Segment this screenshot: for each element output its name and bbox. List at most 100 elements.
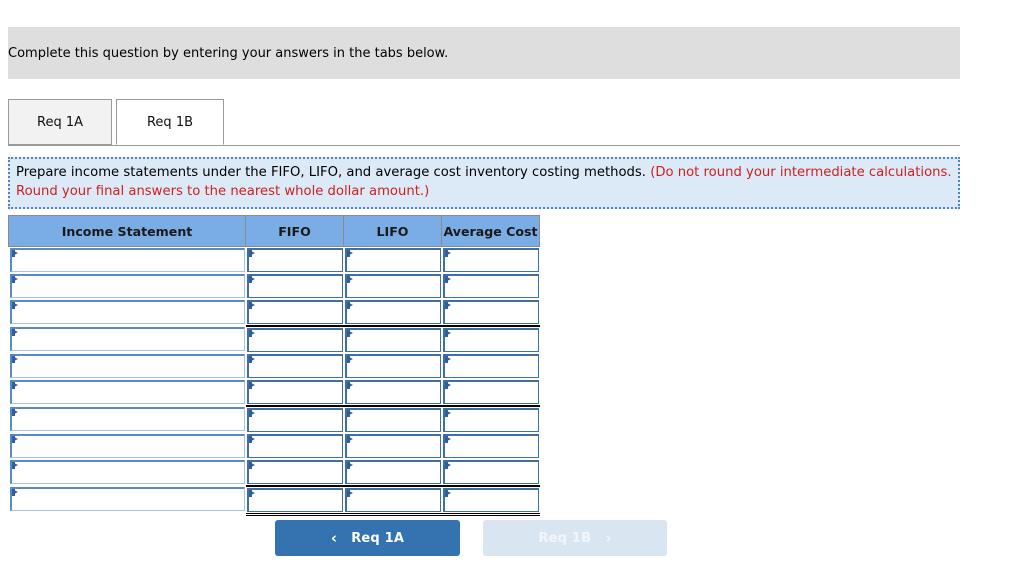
cell-marker-icon bbox=[248, 410, 255, 417]
amount-input[interactable] bbox=[344, 434, 441, 458]
table-row bbox=[8, 405, 540, 433]
cell-marker-icon bbox=[11, 462, 18, 469]
cell-marker-icon bbox=[346, 410, 353, 417]
row-label-input[interactable] bbox=[9, 354, 245, 378]
chevron-left-icon: ‹ bbox=[330, 528, 338, 547]
table-row bbox=[8, 299, 540, 326]
amount-input[interactable] bbox=[442, 248, 539, 272]
chevron-right-icon: › bbox=[605, 528, 612, 547]
amount-input[interactable] bbox=[246, 274, 343, 298]
row-label-input[interactable] bbox=[9, 248, 245, 272]
question-nav: ‹ Req 1A Req 1B › bbox=[275, 520, 667, 556]
row-label-cell bbox=[8, 433, 246, 459]
fifo-cell bbox=[245, 433, 344, 459]
row-label-input[interactable] bbox=[9, 460, 245, 484]
cell-marker-icon bbox=[11, 329, 18, 336]
lifo-cell bbox=[343, 405, 442, 433]
amount-input[interactable] bbox=[442, 434, 539, 458]
amount-input[interactable] bbox=[442, 408, 539, 432]
lifo-cell bbox=[343, 246, 442, 273]
next-req-1b-button[interactable]: Req 1B › bbox=[483, 520, 667, 556]
lifo-cell bbox=[343, 325, 442, 353]
cell-marker-icon bbox=[444, 436, 451, 443]
cell-marker-icon bbox=[444, 330, 451, 337]
row-label-input[interactable] bbox=[9, 274, 245, 298]
amount-input[interactable] bbox=[442, 354, 539, 378]
row-label-cell bbox=[8, 459, 246, 486]
cell-marker-icon bbox=[248, 462, 255, 469]
table-row bbox=[8, 246, 540, 273]
table-header-row: Income Statement FIFO LIFO Average Cost bbox=[8, 215, 540, 247]
amount-input[interactable] bbox=[442, 328, 539, 352]
amount-input[interactable] bbox=[344, 300, 441, 324]
row-label-cell bbox=[8, 379, 246, 406]
amount-input[interactable] bbox=[246, 328, 343, 352]
amount-input[interactable] bbox=[344, 408, 441, 432]
lifo-cell bbox=[343, 379, 442, 406]
amount-input[interactable] bbox=[246, 354, 343, 378]
amount-input[interactable] bbox=[344, 488, 441, 512]
prev-req-1a-button[interactable]: ‹ Req 1A bbox=[275, 520, 460, 556]
amount-input[interactable] bbox=[344, 460, 441, 484]
row-label-input[interactable] bbox=[9, 407, 245, 431]
cell-marker-icon bbox=[248, 302, 255, 309]
cell-marker-icon bbox=[248, 276, 255, 283]
cell-marker-icon bbox=[11, 356, 18, 363]
fifo-cell bbox=[245, 246, 344, 273]
amount-input[interactable] bbox=[246, 300, 343, 324]
row-label-input[interactable] bbox=[9, 487, 245, 511]
fifo-cell bbox=[245, 325, 344, 353]
average-cost-cell bbox=[441, 325, 540, 353]
row-label-cell bbox=[8, 486, 246, 515]
cell-marker-icon bbox=[444, 302, 451, 309]
row-label-input[interactable] bbox=[9, 380, 245, 404]
amount-input[interactable] bbox=[344, 274, 441, 298]
tab-strip: Req 1A Req 1B bbox=[8, 99, 960, 147]
amount-input[interactable] bbox=[246, 380, 343, 404]
average-cost-cell bbox=[441, 459, 540, 486]
amount-input[interactable] bbox=[442, 488, 539, 512]
tab-req-1a-label: Req 1A bbox=[37, 114, 83, 130]
amount-input[interactable] bbox=[442, 460, 539, 484]
amount-input[interactable] bbox=[246, 248, 343, 272]
instruction-box: Prepare income statements under the FIFO… bbox=[8, 157, 960, 210]
amount-input[interactable] bbox=[442, 300, 539, 324]
amount-input[interactable] bbox=[344, 380, 441, 404]
instruction-main-text: Prepare income statements under the FIFO… bbox=[16, 165, 651, 180]
row-label-cell bbox=[8, 326, 246, 353]
lifo-cell bbox=[343, 299, 442, 326]
fifo-cell bbox=[245, 485, 344, 516]
row-label-input[interactable] bbox=[9, 327, 245, 351]
amount-input[interactable] bbox=[344, 354, 441, 378]
lifo-cell bbox=[343, 433, 442, 459]
amount-input[interactable] bbox=[344, 248, 441, 272]
row-label-cell bbox=[8, 406, 246, 433]
amount-input[interactable] bbox=[442, 380, 539, 404]
tab-req-1b[interactable]: Req 1B bbox=[116, 99, 224, 145]
cell-marker-icon bbox=[248, 330, 255, 337]
amount-input[interactable] bbox=[344, 328, 441, 352]
amount-input[interactable] bbox=[246, 434, 343, 458]
tab-req-1a[interactable]: Req 1A bbox=[8, 99, 112, 145]
cell-marker-icon bbox=[444, 490, 451, 497]
row-label-input[interactable] bbox=[9, 300, 245, 324]
cell-marker-icon bbox=[346, 490, 353, 497]
cell-marker-icon bbox=[11, 436, 18, 443]
fifo-cell bbox=[245, 459, 344, 486]
cell-marker-icon bbox=[346, 250, 353, 257]
average-cost-cell bbox=[441, 405, 540, 433]
question-banner: Complete this question by entering your … bbox=[8, 27, 960, 79]
amount-input[interactable] bbox=[246, 408, 343, 432]
amount-input[interactable] bbox=[246, 460, 343, 484]
table-row bbox=[8, 379, 540, 406]
average-cost-cell bbox=[441, 273, 540, 299]
cell-marker-icon bbox=[444, 356, 451, 363]
cell-marker-icon bbox=[346, 330, 353, 337]
table-row bbox=[8, 485, 540, 516]
average-cost-cell bbox=[441, 433, 540, 459]
amount-input[interactable] bbox=[246, 488, 343, 512]
column-header-income-statement: Income Statement bbox=[8, 215, 246, 247]
row-label-input[interactable] bbox=[9, 434, 245, 458]
cell-marker-icon bbox=[444, 462, 451, 469]
amount-input[interactable] bbox=[442, 274, 539, 298]
